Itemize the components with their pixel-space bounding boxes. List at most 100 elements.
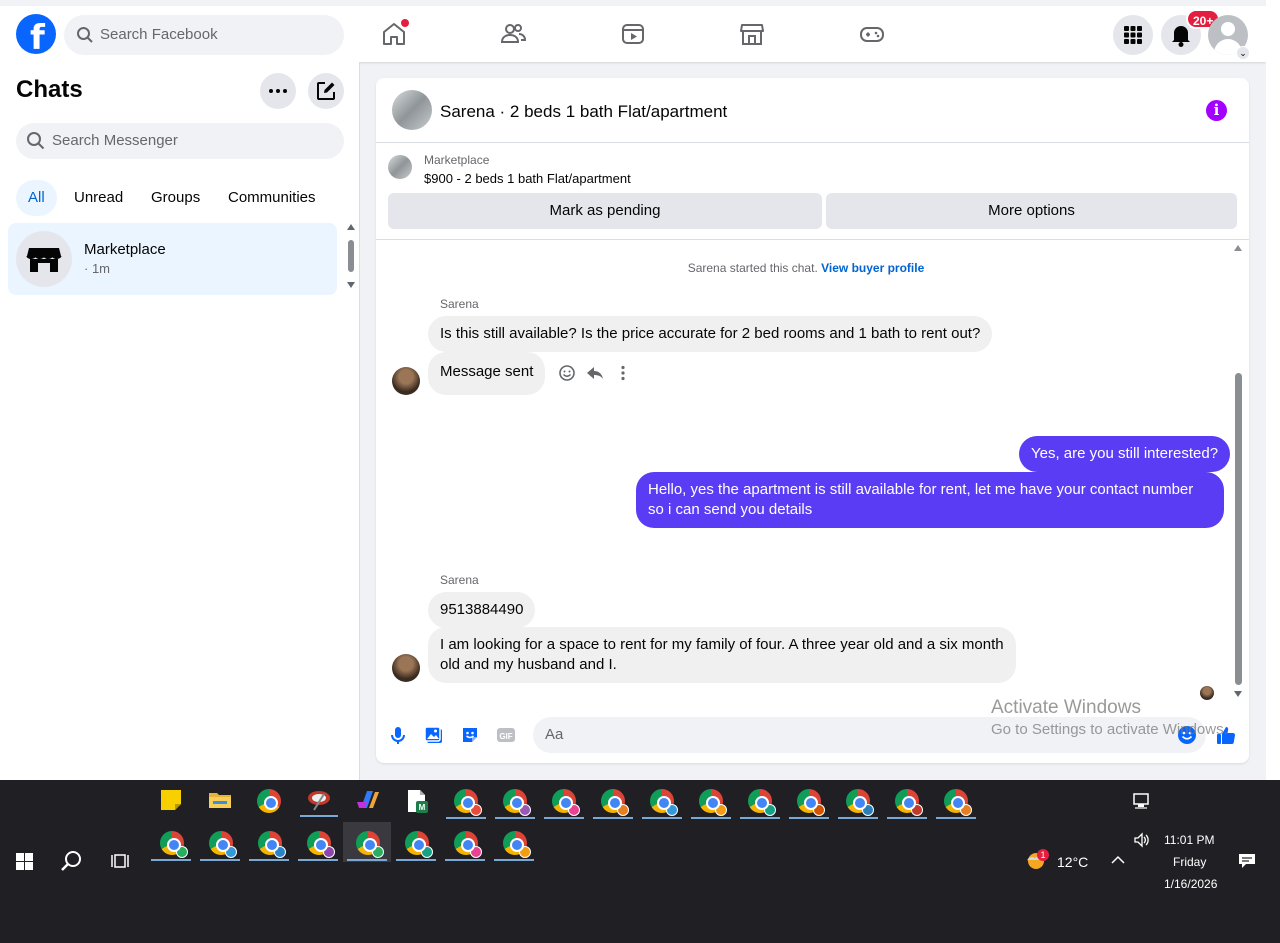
tab-groups[interactable]: Groups xyxy=(139,180,212,216)
chrome-profile-icon[interactable] xyxy=(454,831,482,858)
gif-icon[interactable]: GIF xyxy=(495,724,517,746)
scroll-thumb[interactable] xyxy=(1235,373,1242,685)
chrome-profile-icon[interactable] xyxy=(699,789,727,816)
search-icon[interactable] xyxy=(60,849,84,873)
listing-thumbnail[interactable] xyxy=(392,90,432,130)
chrome-profile-icon[interactable] xyxy=(944,789,972,816)
chrome-profile-icon[interactable] xyxy=(503,789,531,816)
info-icon[interactable]: i xyxy=(1206,100,1227,121)
active-app-indicator xyxy=(249,859,289,861)
windows-start-icon[interactable] xyxy=(16,853,33,870)
scroll-down-arrow-icon[interactable] xyxy=(1234,691,1242,697)
page-scrollbar[interactable] xyxy=(1266,0,1280,780)
sidebar-scrollbar[interactable] xyxy=(346,224,356,294)
friends-icon[interactable] xyxy=(499,20,527,48)
scroll-up-arrow-icon[interactable] xyxy=(347,224,355,230)
active-app-indicator xyxy=(396,859,436,861)
chrome-profile-icon[interactable] xyxy=(405,831,433,858)
scroll-down-arrow-icon[interactable] xyxy=(347,282,355,288)
outgoing-message[interactable]: Yes, are you still interested? xyxy=(1019,436,1231,472)
microphone-icon[interactable] xyxy=(387,724,409,746)
chat-options-button[interactable] xyxy=(260,73,296,109)
incoming-message[interactable]: 9513884490 xyxy=(428,592,536,628)
tab-communities[interactable]: Communities xyxy=(216,180,328,216)
chrome-profile-icon[interactable] xyxy=(454,789,482,816)
snipping-tool-icon[interactable] xyxy=(306,788,332,814)
task-view-icon[interactable] xyxy=(110,851,130,871)
chevron-up-icon[interactable] xyxy=(1111,855,1125,865)
chrome-profile-icon[interactable] xyxy=(503,831,531,858)
clock-time[interactable]: 11:01 PM xyxy=(1164,833,1214,847)
chevron-down-icon[interactable]: ⌄ xyxy=(1236,46,1250,60)
scroll-thumb[interactable] xyxy=(348,240,354,272)
outgoing-message[interactable]: Hello, yes the apartment is still availa… xyxy=(636,472,1224,528)
weather-temperature[interactable]: 12°C xyxy=(1057,854,1088,870)
weather-badge: 1 xyxy=(1037,849,1049,861)
chrome-icon[interactable] xyxy=(257,789,283,815)
chrome-profile-icon[interactable] xyxy=(748,789,776,816)
listing-thumbnail-small[interactable] xyxy=(388,155,412,179)
conversation-scrollbar[interactable] xyxy=(1232,243,1246,699)
message-input-placeholder: Aa xyxy=(545,726,564,743)
sticker-icon[interactable] xyxy=(459,724,481,746)
new-message-button[interactable] xyxy=(308,73,344,109)
active-app-indicator xyxy=(445,859,485,861)
scroll-up-arrow-icon[interactable] xyxy=(1234,245,1242,251)
mark-as-pending-button[interactable]: Mark as pending xyxy=(388,193,822,229)
more-options-button[interactable]: More options xyxy=(826,193,1237,229)
marketplace-icon[interactable] xyxy=(738,20,766,48)
reply-icon[interactable] xyxy=(585,363,605,383)
chrome-profile-icon[interactable] xyxy=(356,831,384,858)
sender-name: Sarena xyxy=(440,573,479,587)
view-buyer-profile-link[interactable]: View buyer profile xyxy=(821,261,924,275)
active-app-indicator xyxy=(544,817,584,819)
listing-price-title[interactable]: $900 - 2 beds 1 bath Flat/apartment xyxy=(424,171,631,186)
chrome-profile-icon[interactable] xyxy=(650,789,678,816)
network-icon[interactable] xyxy=(1132,793,1152,809)
notepad-icon[interactable]: M xyxy=(404,788,430,814)
facebook-search-input[interactable]: Search Facebook xyxy=(64,15,344,55)
chrome-profile-icon[interactable] xyxy=(552,789,580,816)
incoming-message[interactable]: Message sent xyxy=(428,352,546,395)
incoming-message[interactable]: I am looking for a space to rent for my … xyxy=(428,627,1016,683)
volume-icon[interactable] xyxy=(1133,832,1151,848)
grid-menu-icon xyxy=(1124,26,1142,44)
conversation-panel: Sarena · 2 beds 1 bath Flat/apartment i … xyxy=(376,78,1249,763)
more-vertical-icon[interactable] xyxy=(613,363,633,383)
chrome-profile-icon[interactable] xyxy=(209,831,237,858)
chrome-profile-icon[interactable] xyxy=(258,831,286,858)
chrome-profile-icon[interactable] xyxy=(846,789,874,816)
menu-button[interactable] xyxy=(1113,15,1153,55)
photo-icon[interactable] xyxy=(423,724,445,746)
chrome-profile-icon[interactable] xyxy=(601,789,629,816)
divider xyxy=(376,239,1249,240)
gaming-icon[interactable] xyxy=(858,20,886,48)
facebook-logo[interactable]: f xyxy=(16,14,56,58)
file-explorer-icon[interactable] xyxy=(207,788,233,814)
sender-avatar[interactable] xyxy=(392,654,420,682)
notification-center-icon[interactable] xyxy=(1238,853,1256,869)
video-icon[interactable] xyxy=(619,20,647,48)
tab-unread[interactable]: Unread xyxy=(62,180,135,216)
conversation-title[interactable]: Sarena · 2 beds 1 bath Flat/apartment xyxy=(440,102,727,122)
active-app-indicator xyxy=(642,817,682,819)
messenger-search-input[interactable]: Search Messenger xyxy=(16,123,344,159)
sticky-notes-icon[interactable] xyxy=(159,788,185,814)
clock-day[interactable]: Friday xyxy=(1173,855,1206,869)
clock-date[interactable]: 1/16/2026 xyxy=(1164,877,1217,891)
chrome-profile-icon[interactable] xyxy=(160,831,188,858)
active-app-indicator xyxy=(300,815,338,817)
active-app-indicator xyxy=(495,817,535,819)
copilot-icon[interactable] xyxy=(355,788,381,814)
search-icon xyxy=(27,132,45,150)
chat-list-item[interactable]: Marketplace · 1m xyxy=(8,223,337,295)
chrome-profile-icon[interactable] xyxy=(797,789,825,816)
chrome-profile-icon[interactable] xyxy=(895,789,923,816)
incoming-message[interactable]: Is this still available? Is the price ac… xyxy=(428,316,993,352)
chrome-profile-icon[interactable] xyxy=(307,831,335,858)
react-emoji-icon[interactable] xyxy=(557,363,577,383)
tab-all[interactable]: All xyxy=(16,180,57,216)
sender-avatar[interactable] xyxy=(392,367,420,395)
active-app-indicator xyxy=(347,859,387,861)
active-app-indicator xyxy=(298,859,338,861)
